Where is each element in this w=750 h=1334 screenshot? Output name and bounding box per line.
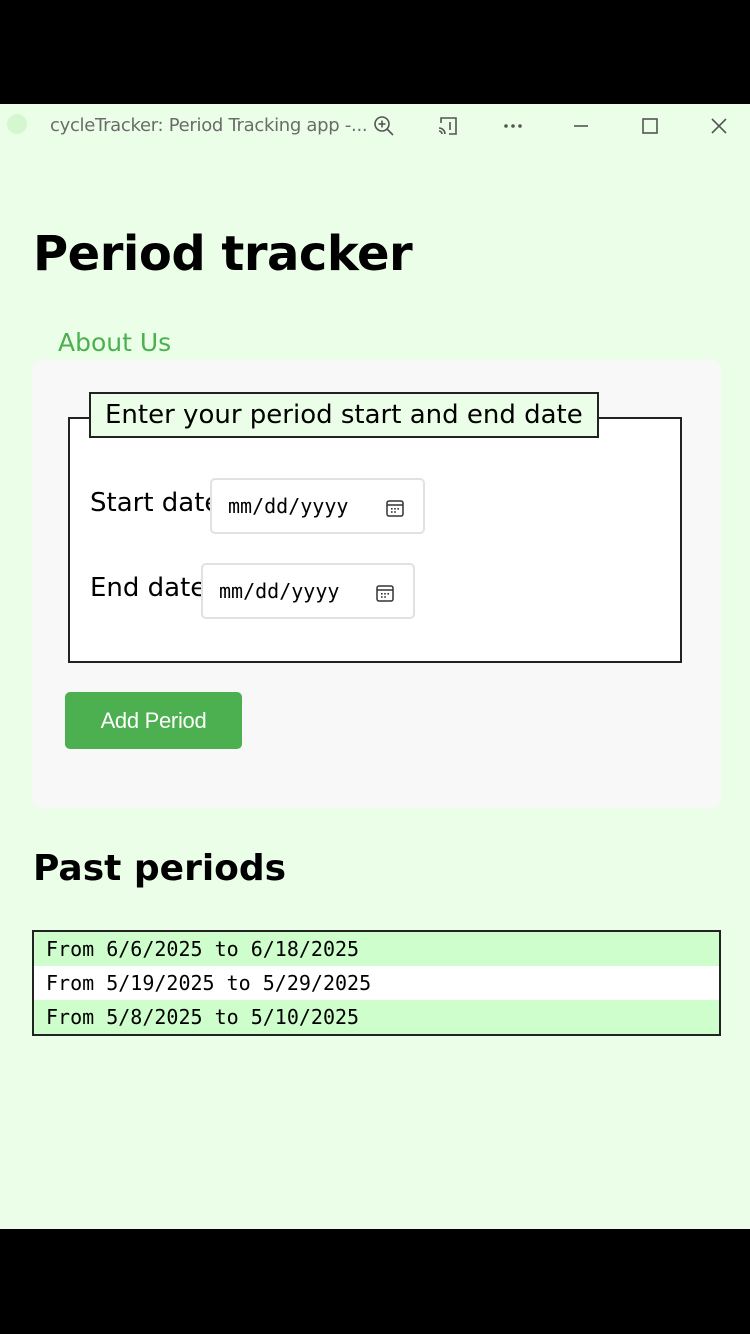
new-period-form: Start date mm/dd/yyyy End date mm/dd/yyy… [32,360,721,808]
calendar-icon[interactable] [375,583,395,603]
maximize-icon[interactable] [634,110,666,142]
date-fieldset: Start date mm/dd/yyyy End date mm/dd/yyy… [68,417,682,663]
cast-icon[interactable] [432,110,464,142]
page-title: Period tracker [33,226,413,282]
end-date-label: End date [90,573,207,603]
start-date-input[interactable]: mm/dd/yyyy [210,478,425,534]
end-date-value: mm/dd/yyyy [219,579,340,603]
about-us-link[interactable]: About Us [58,328,171,357]
add-period-button[interactable]: Add Period [65,692,242,749]
list-item: From 5/19/2025 to 5/29/2025 [34,966,719,1000]
app-icon [7,114,27,134]
app-window: cycleTracker: Period Tracking app -... P… [0,104,750,1229]
zoom-in-icon[interactable] [368,110,400,142]
start-date-label: Start date [90,488,221,518]
more-icon[interactable] [497,110,529,142]
past-periods-heading: Past periods [33,848,287,889]
close-icon[interactable] [703,110,735,142]
list-item: From 5/8/2025 to 5/10/2025 [34,1000,719,1034]
end-date-input[interactable]: mm/dd/yyyy [201,563,415,619]
fieldset-legend: Enter your period start and end date [89,392,599,438]
calendar-icon[interactable] [385,498,405,518]
past-periods-list: From 6/6/2025 to 6/18/2025 From 5/19/202… [32,930,721,1036]
list-item: From 6/6/2025 to 6/18/2025 [34,932,719,966]
start-date-value: mm/dd/yyyy [228,494,349,518]
title-bar: cycleTracker: Period Tracking app -... [0,104,750,146]
minimize-icon[interactable] [565,110,597,142]
window-title: cycleTracker: Period Tracking app -... [50,115,368,136]
